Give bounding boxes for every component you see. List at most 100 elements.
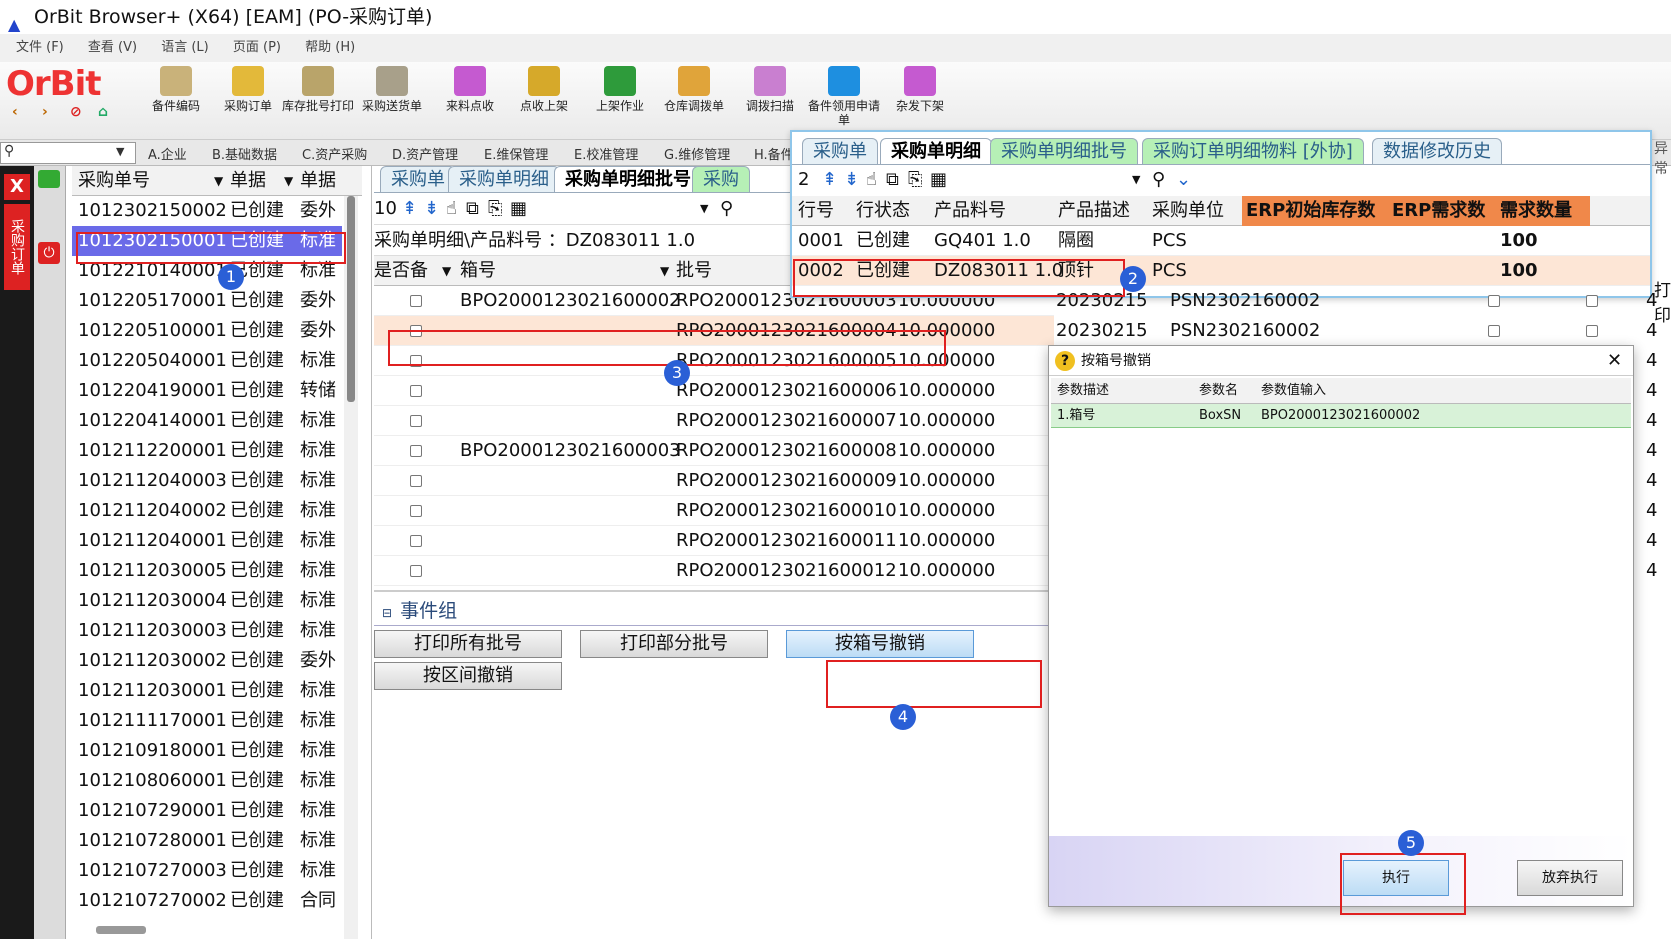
tab-order-detail-lot[interactable]: 采购单明细批号 [990, 138, 1138, 164]
forward-icon[interactable]: › [42, 104, 48, 120]
pointer-icon[interactable]: ☝ [866, 166, 877, 194]
last-record-icon[interactable]: ⇟ [844, 166, 859, 194]
search-icon[interactable]: ⚲ [720, 194, 733, 224]
stop-icon[interactable]: ⊘ [70, 104, 82, 120]
menu-page[interactable]: 页面 (P) [233, 40, 281, 55]
order-row[interactable]: 1012112030003 已创建 标准 [72, 616, 342, 646]
abandon-execute-button[interactable]: 放弃执行 [1517, 860, 1623, 896]
order-row[interactable]: 1012107280001 已创建 标准 [72, 826, 342, 856]
spare-checkbox[interactable] [410, 505, 422, 517]
order-row[interactable]: 1012112030001 已创建 标准 [72, 676, 342, 706]
search-icon[interactable]: ⚲ [1152, 166, 1165, 194]
search-dropdown-icon[interactable]: ▼ [116, 145, 124, 158]
copy-icon[interactable]: ⧉ [886, 166, 899, 194]
grid-icon[interactable]: ▦ [930, 166, 947, 194]
tab-data-history[interactable]: 数据修改历史 [1372, 138, 1502, 164]
module-maintenance[interactable]: E.维保管理 [484, 144, 548, 163]
tab-purchase-order[interactable]: 采购单 [380, 166, 456, 192]
spare-checkbox[interactable] [410, 445, 422, 457]
order-row[interactable]: 1012112040003 已创建 标准 [72, 466, 342, 496]
back-icon[interactable]: ‹ [12, 104, 18, 120]
order-row[interactable]: 1012205100001 已创建 委外 [72, 316, 342, 346]
toolbar-spare-code[interactable]: 备件编码 [140, 66, 212, 138]
row-checkbox[interactable] [1586, 295, 1598, 307]
col-line-status[interactable]: 行状态 [856, 196, 910, 226]
menu-language[interactable]: 语言 (L) [161, 40, 209, 55]
filter-icon[interactable]: ▼ [660, 256, 669, 286]
tab-order-detail[interactable]: 采购单明细 [448, 166, 560, 192]
tab-outsourced-material[interactable]: 采购订单明细物料 [外协] [1142, 138, 1364, 164]
toolbar-shelve-job[interactable]: 上架作业 [584, 66, 656, 138]
col-is-spare[interactable]: 是否备 [374, 256, 428, 286]
module-spare-parts[interactable]: H.备件 [754, 144, 794, 163]
toolbar-receive-shelve[interactable]: 点收上架 [508, 66, 580, 138]
col-param-name[interactable]: 参数名 [1199, 378, 1238, 404]
toolbar-transfer-order[interactable]: 仓库调拨单 [658, 66, 730, 138]
print-all-lots-button[interactable]: 打印所有批号 [374, 630, 562, 658]
param-value-input[interactable]: BPO2000123021600002 [1261, 404, 1420, 428]
menu-help[interactable]: 帮助 (H) [305, 40, 355, 55]
module-repair[interactable]: G.维修管理 [664, 144, 730, 163]
param-row[interactable]: 1.箱号 BoxSN BPO2000123021600002 [1051, 404, 1631, 428]
toolbar-misc-issue[interactable]: 杂发下架 [884, 66, 956, 138]
module-basic-data[interactable]: B.基础数据 [212, 144, 277, 163]
lot-row[interactable]: BPO2000123021600003 RPO2000123021600008 10… [374, 436, 1054, 466]
tab-purchase-more[interactable]: 采购 [692, 166, 750, 192]
row-checkbox[interactable] [1488, 325, 1500, 337]
close-icon[interactable]: ✕ [1607, 346, 1622, 376]
export-icon[interactable]: ⎘ [908, 166, 922, 194]
menu-file[interactable]: 文件 (F) [16, 40, 64, 55]
order-row[interactable]: 1012109180001 已创建 标准 [72, 736, 342, 766]
order-row[interactable]: 1012107270002 已创建 合同 [72, 886, 342, 916]
order-row[interactable]: 1012107290001 已创建 标准 [72, 796, 342, 826]
spare-checkbox[interactable] [410, 385, 422, 397]
excel-icon[interactable] [38, 170, 60, 188]
first-record-icon[interactable]: ⇞ [402, 194, 417, 224]
order-row[interactable]: 1012112030002 已创建 委外 [72, 646, 342, 676]
col-order-no[interactable]: 采购单号 [78, 166, 150, 196]
sidebar-tab-purchase-order[interactable]: 采购订单 [4, 204, 30, 290]
toolbar-transfer-scan[interactable]: 调拨扫描 [734, 66, 806, 138]
order-row[interactable]: 1012204190001 已创建 转储 [72, 376, 342, 406]
print-partial-lots-button[interactable]: 打印部分批号 [580, 630, 768, 658]
menu-view[interactable]: 查看 (V) [88, 40, 137, 55]
spare-checkbox[interactable] [410, 565, 422, 577]
order-row[interactable]: 1012302150002 已创建 委外 [72, 196, 342, 226]
dropdown-icon[interactable]: ▼ [1132, 166, 1140, 194]
last-record-icon[interactable]: ⇟ [424, 194, 439, 224]
lot-row[interactable]: RPO2000123021600010 10.000000 [374, 496, 1054, 526]
order-row[interactable]: 1012111170001 已创建 标准 [72, 706, 342, 736]
order-row[interactable]: 1012112040001 已创建 标准 [72, 526, 342, 556]
col-demand-qty[interactable]: 需求数量 [1496, 196, 1590, 226]
lot-row[interactable]: RPO2000123021600006 10.000000 [374, 376, 1054, 406]
pointer-icon[interactable]: ☝ [446, 194, 457, 224]
order-row[interactable]: 1012205040001 已创建 标准 [72, 346, 342, 376]
col-product-desc[interactable]: 产品描述 [1058, 196, 1130, 226]
expand-icon[interactable]: ⌄ [1176, 166, 1191, 194]
toolbar-delivery-note[interactable]: 采购送货单 [356, 66, 428, 138]
col-erp-demand[interactable]: ERP需求数 [1388, 196, 1496, 226]
col-purchase-unit[interactable]: 采购单位 [1152, 196, 1224, 226]
grid-icon[interactable]: ▦ [510, 194, 527, 224]
horizontal-scrollbar-thumb[interactable] [96, 926, 146, 934]
module-enterprise[interactable]: A.企业 [148, 144, 187, 163]
copy-icon[interactable]: ⧉ [466, 194, 479, 224]
spare-checkbox[interactable] [410, 295, 422, 307]
cancel-by-range-button[interactable]: 按区间撤销 [374, 662, 562, 690]
tab-order-detail-lot[interactable]: 采购单明细批号 [554, 166, 702, 192]
toolbar-stock-lot-print[interactable]: 库存批号打印 [282, 66, 354, 138]
order-row[interactable]: 1012108060001 已创建 标准 [72, 766, 342, 796]
collapse-icon[interactable]: ⊟ [374, 606, 400, 620]
scrollbar-thumb[interactable] [347, 196, 355, 402]
filter-icon[interactable]: ▼ [214, 166, 223, 196]
col-box-no[interactable]: 箱号 [460, 256, 496, 286]
power-icon[interactable]: ⏻ [38, 242, 60, 264]
col-erp-initial-stock[interactable]: ERP初始库存数 [1242, 196, 1388, 226]
order-row[interactable]: 1012205170001 已创建 委外 [72, 286, 342, 316]
spare-checkbox[interactable] [410, 535, 422, 547]
cancel-by-box-button[interactable]: 按箱号撤销 [786, 630, 974, 658]
order-row[interactable]: 1012112030004 已创建 标准 [72, 586, 342, 616]
module-asset-purchase[interactable]: C.资产采购 [302, 144, 367, 163]
row-checkbox[interactable] [1488, 295, 1500, 307]
toolbar-incoming-check[interactable]: 来料点收 [434, 66, 506, 138]
